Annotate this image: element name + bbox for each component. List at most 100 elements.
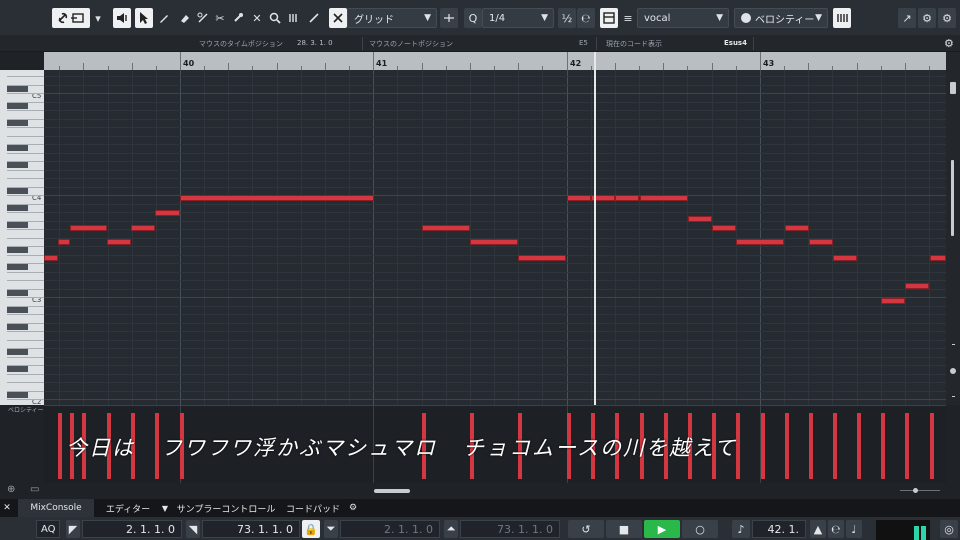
gear-icon[interactable]: ⚙ <box>944 37 954 50</box>
velocity-bar[interactable] <box>58 413 62 479</box>
velocity-bar[interactable] <box>761 413 765 479</box>
snap-icon[interactable] <box>329 8 347 28</box>
midi-note[interactable] <box>44 255 58 261</box>
metronome-icon[interactable]: ▲ <box>810 520 826 538</box>
piano-keyboard[interactable]: C5 C4 C3 C2 <box>0 70 44 405</box>
pencil-icon[interactable] <box>155 8 173 28</box>
click-icon[interactable]: ℮ <box>828 520 844 538</box>
scissors-icon[interactable]: ✂ <box>211 8 229 28</box>
midi-note[interactable] <box>881 298 905 304</box>
velocity-bar[interactable] <box>857 413 861 479</box>
black-key[interactable] <box>7 307 28 313</box>
quantize-apply-icon[interactable]: ℮ <box>577 8 595 28</box>
link-icon[interactable] <box>52 8 90 28</box>
midi-note[interactable] <box>70 225 107 231</box>
velocity-bar[interactable] <box>881 413 885 479</box>
black-key[interactable] <box>7 120 28 126</box>
midi-note[interactable] <box>712 225 736 231</box>
stop-icon[interactable]: ■ <box>606 520 642 538</box>
punch-out-icon[interactable]: ⏶ <box>444 520 458 538</box>
horizontal-zoom-handle[interactable] <box>913 488 918 493</box>
midi-note[interactable] <box>422 225 470 231</box>
midi-note[interactable] <box>785 225 809 231</box>
velocity-bar[interactable] <box>930 413 934 479</box>
lock-icon[interactable]: 🔒 <box>302 520 320 538</box>
chevron-down-icon[interactable]: ▼ <box>158 499 172 517</box>
quantize-icon[interactable]: Q <box>464 8 482 28</box>
black-key[interactable] <box>7 349 28 355</box>
quantize-dropdown[interactable]: 1/4 ▼ <box>482 8 554 28</box>
black-key[interactable] <box>7 205 28 211</box>
horizontal-scroll-thumb[interactable] <box>374 489 410 493</box>
punch-out-field[interactable]: 73. 1. 1. 0 <box>460 520 560 538</box>
open-window-icon[interactable]: ↗ <box>898 8 916 28</box>
zoom-out-icon[interactable] <box>952 344 955 345</box>
close-icon[interactable]: ✕ <box>0 499 14 517</box>
tab-sampler-control[interactable]: サンプラーコントロール <box>176 499 276 517</box>
midi-note[interactable] <box>567 195 591 201</box>
zoom-icon[interactable] <box>266 8 284 28</box>
ruler[interactable]: 40 41 42 43 <box>44 52 946 70</box>
black-key[interactable] <box>7 290 28 296</box>
midi-note[interactable] <box>155 210 180 216</box>
midi-note[interactable] <box>688 216 712 222</box>
project-cursor[interactable] <box>594 52 596 405</box>
black-key[interactable] <box>7 145 28 151</box>
folder-icon[interactable]: ▭ <box>30 484 39 495</box>
track-icon[interactable] <box>600 8 618 28</box>
midi-note[interactable] <box>58 239 70 245</box>
right-locator-icon[interactable]: ◥ <box>186 520 200 538</box>
iterative-quantize-icon[interactable]: ½ <box>558 8 576 28</box>
play-icon[interactable]: ▶ <box>644 520 680 538</box>
tab-chord-pads[interactable]: コードパッド <box>282 499 344 517</box>
vertical-scrollbar[interactable] <box>946 52 960 405</box>
grid-type-dropdown[interactable]: グリッド ▼ <box>347 8 437 28</box>
pointer-icon[interactable] <box>135 8 153 28</box>
window-settings-icon[interactable]: ⚙ <box>918 8 936 28</box>
velocity-bar[interactable] <box>833 413 837 479</box>
midi-note[interactable] <box>518 255 566 261</box>
mute-x-icon[interactable]: ✕ <box>248 8 266 28</box>
black-key[interactable] <box>7 222 28 228</box>
gear-icon[interactable]: ⚙ <box>938 8 956 28</box>
track-dropdown[interactable]: vocal ▼ <box>637 8 729 28</box>
midi-note[interactable] <box>736 239 784 245</box>
black-key[interactable] <box>7 324 28 330</box>
punch-in-icon[interactable]: ⏷ <box>324 520 338 538</box>
keyboard-icon[interactable] <box>833 8 851 28</box>
chevron-down-icon[interactable]: ▾ <box>92 8 104 28</box>
trim-icon[interactable] <box>194 8 212 28</box>
midi-note[interactable] <box>809 239 833 245</box>
auto-quantize-button[interactable]: AQ <box>36 520 60 538</box>
black-key[interactable] <box>7 86 28 92</box>
midi-note[interactable] <box>131 225 155 231</box>
zoom-in-icon[interactable] <box>952 396 955 397</box>
black-key[interactable] <box>7 188 28 194</box>
track-list-icon[interactable]: ≡ <box>619 8 637 28</box>
black-key[interactable] <box>7 392 28 398</box>
black-key[interactable] <box>7 247 28 253</box>
horizontal-zoom-slider[interactable] <box>900 490 940 491</box>
tab-editor[interactable]: エディター <box>98 499 158 517</box>
black-key[interactable] <box>7 264 28 270</box>
velocity-bar[interactable] <box>905 413 909 479</box>
record-icon[interactable]: ○ <box>682 520 718 538</box>
midi-note[interactable] <box>107 239 131 245</box>
performance-icon[interactable]: ◎ <box>940 520 958 538</box>
midi-note[interactable] <box>470 239 518 245</box>
punch-in-field[interactable]: 2. 1. 1. 0 <box>340 520 440 538</box>
scroll-thumb[interactable] <box>951 160 954 236</box>
crosshair-icon[interactable]: ⊕ <box>7 484 15 495</box>
midi-note[interactable] <box>180 195 374 201</box>
cycle-icon[interactable]: ↺ <box>568 520 604 538</box>
tempo-icon[interactable]: ♩ <box>846 520 862 538</box>
black-key[interactable] <box>7 162 28 168</box>
note-grid[interactable] <box>44 70 946 405</box>
snap-to-event-icon[interactable] <box>440 8 458 28</box>
tab-mixconsole[interactable]: MixConsole <box>18 499 94 517</box>
midi-note[interactable] <box>615 195 639 201</box>
controller-lane-dropdown[interactable]: ベロシティー ▼ <box>734 8 828 28</box>
midi-note[interactable] <box>640 195 688 201</box>
midi-note[interactable] <box>930 255 946 261</box>
glue-icon[interactable] <box>229 8 247 28</box>
